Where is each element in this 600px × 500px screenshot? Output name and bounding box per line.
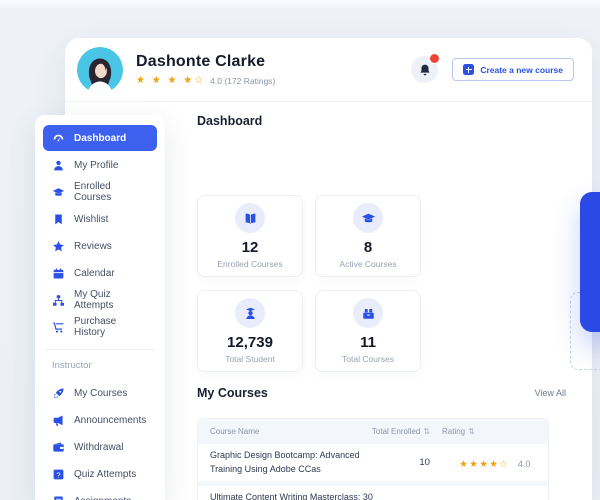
- rating-text: 4.0 (172 Ratings): [210, 76, 275, 86]
- sidebar: Dashboard My Profile Enrolled Courses Wi…: [35, 115, 165, 500]
- sidebar-item-my-profile[interactable]: My Profile: [43, 152, 157, 178]
- bell-icon: [418, 63, 432, 77]
- stat-value: 8: [364, 239, 372, 256]
- sidebar-item-quiz-attempts[interactable]: ? Quiz Attempts: [43, 461, 157, 487]
- person-icon: [52, 159, 65, 172]
- total-earnings-card[interactable]: $1,231 Total Earnings: [580, 192, 600, 332]
- gauge-icon: [52, 132, 65, 145]
- main-content: Dashboard 12 Enrolled Courses 8 Active C…: [197, 102, 592, 500]
- sort-icon: ⇅: [423, 427, 430, 436]
- sidebar-item-purchase-history[interactable]: Purchase History: [43, 314, 157, 340]
- table-row[interactable]: Ultimate Content Writing Masterclass: 30…: [198, 486, 548, 500]
- sidebar-item-reviews[interactable]: Reviews: [43, 233, 157, 259]
- stats-grid: 12 Enrolled Courses 8 Active Courses 12,…: [197, 195, 421, 372]
- stat-card-enrolled-courses: 12 Enrolled Courses: [197, 195, 303, 277]
- stat-card-total-courses: 11 Total Courses: [315, 290, 421, 372]
- stat-card-total-student: 12,739 Total Student: [197, 290, 303, 372]
- sidebar-item-enrolled-courses[interactable]: Enrolled Courses: [43, 179, 157, 205]
- rating-stars: ★★★★☆: [459, 459, 509, 470]
- open-book-icon: [235, 203, 265, 233]
- clipboard-icon: [52, 495, 65, 500]
- graduation-cap-icon: [52, 186, 65, 199]
- stat-label: Total Courses: [342, 354, 394, 364]
- user-rating: ★ ★ ★ ★☆ 4.0 (172 Ratings): [136, 75, 275, 86]
- column-rating[interactable]: Rating ⇅: [440, 427, 548, 436]
- header-actions: Create a new course: [411, 56, 574, 83]
- page-title: Dashboard: [197, 114, 592, 128]
- question-square-icon: ?: [52, 468, 65, 481]
- star-icon: [52, 240, 65, 253]
- column-total-enrolled[interactable]: Total Enrolled ⇅: [362, 427, 440, 436]
- user-block: Dashonte Clarke ★ ★ ★ ★☆ 4.0 (172 Rating…: [136, 53, 275, 86]
- user-name: Dashonte Clarke: [136, 53, 275, 71]
- sidebar-item-assignments[interactable]: Assignments: [43, 488, 157, 500]
- sidebar-item-my-quiz-attempts[interactable]: My Quiz Attempts: [43, 287, 157, 313]
- stat-value: 12,739: [227, 334, 273, 351]
- sitemap-icon: [52, 294, 65, 307]
- rating-stars: ★ ★ ★ ★☆: [136, 75, 205, 86]
- my-courses-title: My Courses: [197, 386, 268, 400]
- stat-label: Total Student: [225, 354, 275, 364]
- app-header: Dashonte Clarke ★ ★ ★ ★☆ 4.0 (172 Rating…: [65, 38, 592, 102]
- course-name: Ultimate Content Writing Masterclass: 30…: [210, 491, 392, 500]
- courses-box-icon: [353, 298, 383, 328]
- table-row[interactable]: Graphic Design Bootcamp: Advanced Traini…: [198, 444, 548, 486]
- avatar[interactable]: [77, 47, 123, 93]
- sidebar-item-calendar[interactable]: Calendar: [43, 260, 157, 286]
- stat-value: 11: [360, 334, 376, 351]
- plus-icon: [463, 64, 474, 75]
- calendar-icon: [52, 267, 65, 280]
- sidebar-section-instructor: Instructor: [43, 360, 157, 371]
- course-name: Graphic Design Bootcamp: Advanced Traini…: [210, 449, 392, 477]
- sidebar-item-wishlist[interactable]: Wishlist: [43, 206, 157, 232]
- stat-value: 12: [242, 239, 259, 256]
- sidebar-item-announcements[interactable]: Announcements: [43, 407, 157, 433]
- student-icon: [235, 298, 265, 328]
- column-course-name: Course Name: [198, 427, 362, 436]
- cart-icon: [52, 321, 65, 334]
- sidebar-item-withdrawal[interactable]: Withdrawal: [43, 434, 157, 460]
- sort-icon: ⇅: [468, 427, 475, 436]
- sidebar-divider: [45, 349, 155, 350]
- notification-badge: [429, 53, 440, 64]
- sidebar-item-my-courses[interactable]: My Courses: [43, 380, 157, 406]
- notifications-button[interactable]: [411, 56, 438, 83]
- view-all-link[interactable]: View All: [535, 388, 566, 398]
- bookmark-icon: [52, 213, 65, 226]
- rocket-icon: [52, 387, 65, 400]
- sidebar-item-dashboard[interactable]: Dashboard: [43, 125, 157, 151]
- enrolled-count: 10: [392, 457, 457, 468]
- stat-card-active-courses: 8 Active Courses: [315, 195, 421, 277]
- rating-value: 4.0: [518, 459, 531, 469]
- my-courses-header: My Courses View All: [197, 386, 566, 400]
- stat-label: Active Courses: [339, 259, 396, 269]
- create-course-button[interactable]: Create a new course: [452, 58, 574, 81]
- stat-label: Enrolled Courses: [217, 259, 282, 269]
- table-header: Course Name Total Enrolled ⇅ Rating ⇅: [198, 419, 548, 444]
- my-courses-table: Course Name Total Enrolled ⇅ Rating ⇅ Gr…: [197, 418, 549, 500]
- graduation-cap-icon: [353, 203, 383, 233]
- svg-text:?: ?: [56, 470, 60, 479]
- wallet-icon: [52, 441, 65, 454]
- megaphone-icon: [52, 414, 65, 427]
